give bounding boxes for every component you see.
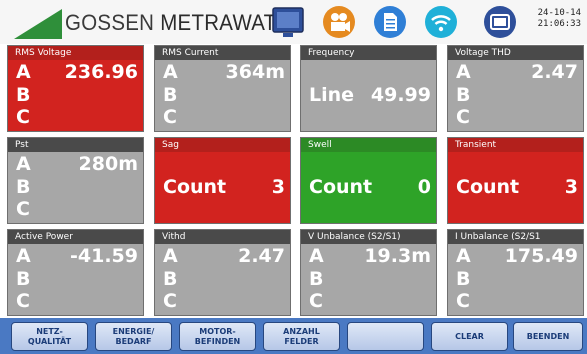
frequency-value: 49.99: [370, 84, 431, 106]
tile-voltage-thd[interactable]: Voltage THD A 2.47 B C: [447, 45, 584, 132]
phase-c-label: C: [163, 290, 177, 312]
frequency-label: Line: [309, 84, 355, 106]
count-value: 0: [417, 176, 431, 198]
tile-title: RMS Voltage: [8, 46, 143, 60]
tile-i-unbalance[interactable]: I Unbalance (S2/S1 A 175.49 B C: [447, 229, 584, 316]
document-icon[interactable]: [372, 4, 408, 40]
energie-bedarf-button[interactable]: ENERGIE/BEDARF: [95, 322, 172, 351]
tile-title: Vithd: [155, 230, 290, 244]
phase-a-value: 19.3m: [364, 245, 431, 267]
phase-a-value: 236.96: [64, 61, 138, 83]
motor-befinden-button[interactable]: MOTOR- BEFINDEN: [179, 322, 256, 351]
tile-active-power[interactable]: Active Power A -41.59 B C: [7, 229, 144, 316]
phase-a-label: A: [163, 61, 178, 83]
tile-pst[interactable]: Pst A 280m B C: [7, 137, 144, 224]
netz-qualitaet-button[interactable]: NETZ- QUALITÄT: [11, 322, 88, 351]
tile-title: V Unbalance (S2/S1): [301, 230, 436, 244]
beenden-button[interactable]: BEENDEN: [513, 322, 583, 351]
date-time: 24-10-14 21:06:33: [538, 8, 581, 30]
tile-title: Swell: [301, 138, 436, 152]
softkey-bar: NETZ- QUALITÄT ENERGIE/BEDARF MOTOR- BEFIN…: [0, 318, 587, 354]
brand-name: GOSSEN METRAWATT: [65, 10, 290, 35]
phase-b-label: B: [16, 84, 31, 106]
phase-a-value: 364m: [225, 61, 285, 83]
phase-a-label: A: [16, 61, 31, 83]
tile-transient[interactable]: Transient Count 3: [447, 137, 584, 224]
tile-title: RMS Current: [155, 46, 290, 60]
tile-title: Sag: [155, 138, 290, 152]
phase-c-label: C: [16, 198, 30, 220]
tile-rms-current[interactable]: RMS Current A 364m B C: [154, 45, 291, 132]
time-text: 21:06:33: [537, 19, 581, 29]
phase-a-label: A: [456, 245, 471, 267]
count-label: Count: [309, 176, 373, 198]
phase-b-label: B: [456, 268, 471, 290]
phase-a-value: 2.47: [238, 245, 285, 267]
date-text: 24-10-14: [537, 8, 581, 18]
phase-a-label: A: [163, 245, 178, 267]
phase-c-label: C: [163, 106, 177, 128]
tile-swell[interactable]: Swell Count 0: [300, 137, 437, 224]
phase-a-value: 175.49: [504, 245, 578, 267]
header-bar: GOSSEN METRAWATT 24-10-14 21:06:33: [0, 0, 587, 44]
phase-a-label: A: [309, 245, 324, 267]
wifi-icon[interactable]: [423, 4, 459, 40]
count-label: Count: [163, 176, 227, 198]
phase-c-label: C: [309, 290, 323, 312]
tile-rms-voltage[interactable]: RMS Voltage A 236.96 B C: [7, 45, 144, 132]
phase-b-label: B: [16, 268, 31, 290]
tile-title: I Unbalance (S2/S1: [448, 230, 583, 244]
tile-sag[interactable]: Sag Count 3: [154, 137, 291, 224]
clear-button[interactable]: CLEAR: [431, 322, 508, 351]
tile-title: Active Power: [8, 230, 143, 244]
tile-title: Frequency: [301, 46, 436, 60]
phase-b-label: B: [163, 84, 178, 106]
monitor-icon[interactable]: [270, 4, 306, 40]
phase-a-label: A: [16, 153, 31, 175]
blank-softkey-button[interactable]: [347, 322, 424, 351]
phase-c-label: C: [16, 290, 30, 312]
tile-title: Pst: [8, 138, 143, 152]
count-value: 3: [564, 176, 578, 198]
phase-c-label: C: [456, 106, 470, 128]
tile-frequency[interactable]: Frequency Line 49.99: [300, 45, 437, 132]
phase-b-label: B: [16, 176, 31, 198]
tile-title: Voltage THD: [448, 46, 583, 60]
phase-a-value: 280m: [78, 153, 138, 175]
tile-v-unbalance[interactable]: V Unbalance (S2/S1) A 19.3m B C: [300, 229, 437, 316]
count-label: Count: [456, 176, 520, 198]
count-value: 3: [271, 176, 285, 198]
tablet-icon[interactable]: [482, 4, 518, 40]
phase-b-label: B: [163, 268, 178, 290]
phase-b-label: B: [309, 268, 324, 290]
phase-b-label: B: [456, 84, 471, 106]
phase-a-value: 2.47: [531, 61, 578, 83]
tile-title: Transient: [448, 138, 583, 152]
phase-a-label: A: [456, 61, 471, 83]
phase-a-label: A: [16, 245, 31, 267]
phase-a-value: -41.59: [70, 245, 138, 267]
phase-c-label: C: [456, 290, 470, 312]
phase-c-label: C: [16, 106, 30, 128]
camera-icon[interactable]: [321, 4, 357, 40]
measurement-grid: RMS Voltage A 236.96 B C RMS Current A 364…: [7, 45, 587, 316]
anzahl-felder-button[interactable]: ANZAHL FELDER: [263, 322, 340, 351]
gossen-logo-icon: [14, 9, 62, 39]
tile-vithd[interactable]: Vithd A 2.47 B C: [154, 229, 291, 316]
